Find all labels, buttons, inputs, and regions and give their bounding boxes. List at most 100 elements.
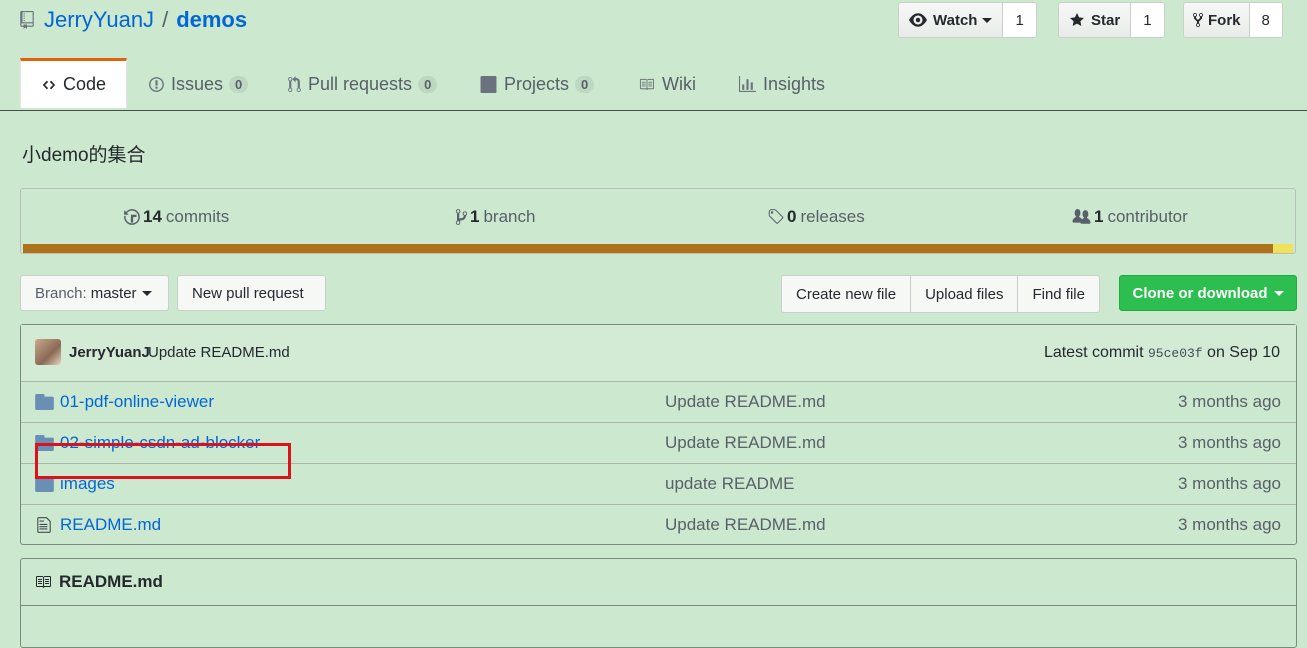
fork-button[interactable]: Fork	[1184, 3, 1249, 37]
tab-pull-requests[interactable]: Pull requests 0	[287, 58, 438, 110]
star-icon	[1070, 13, 1084, 26]
book-icon	[639, 78, 654, 90]
tab-pull-requests-label: Pull requests	[308, 73, 413, 94]
file-commit-message-link[interactable]: Update README.md	[665, 515, 826, 535]
star-button[interactable]: Star	[1059, 3, 1131, 37]
releases-link[interactable]: 0 releases	[767, 207, 865, 227]
releases-label: releases	[800, 207, 865, 226]
fork-count[interactable]: 8	[1248, 3, 1282, 37]
pull-requests-counter: 0	[418, 75, 438, 93]
clone-label: Clone or download	[1132, 284, 1268, 302]
file-age: 3 months ago	[1177, 433, 1281, 452]
pull-request-icon	[288, 75, 301, 92]
latest-commit-date: on Sep 10	[1207, 344, 1280, 361]
fork-group: Fork 8	[1183, 2, 1283, 38]
new-pull-request-label: New pull request	[192, 284, 304, 302]
branch-icon	[455, 209, 468, 225]
file-commit-message-link[interactable]: Update README.md	[665, 433, 826, 453]
tab-code-label: Code	[62, 74, 106, 94]
file-actions-group: Create new file Upload files Find file	[781, 275, 1100, 313]
tab-projects-label: Projects	[504, 73, 570, 94]
table-row: README.md Update README.md 3 months ago	[21, 504, 1296, 546]
star-count[interactable]: 1	[1130, 3, 1164, 37]
watch-label: Watch	[933, 11, 978, 29]
readme-box: README.md	[20, 558, 1297, 648]
people-icon	[1072, 209, 1091, 224]
tab-issues[interactable]: Issues 0	[148, 58, 249, 110]
repo-title: JerryYuanJ / demos	[20, 6, 247, 34]
contributors-count: 1	[1094, 207, 1104, 226]
file-icon	[37, 517, 51, 533]
folder-icon	[35, 394, 54, 410]
eye-icon	[909, 13, 927, 27]
star-group: Star 1	[1058, 2, 1165, 38]
tab-code[interactable]: Code	[20, 58, 127, 108]
file-age: 3 months ago	[1177, 515, 1281, 534]
book-icon	[36, 576, 51, 588]
contributors-link[interactable]: 1 contributor	[1071, 207, 1188, 227]
branches-count: 1	[470, 207, 480, 226]
upload-files-button[interactable]: Upload files	[911, 276, 1019, 312]
branch-select-button[interactable]: Branch: master	[20, 275, 169, 311]
graph-icon	[739, 75, 756, 92]
watch-group: Watch 1	[898, 2, 1037, 38]
code-icon	[42, 80, 56, 89]
chevron-down-icon	[982, 17, 993, 23]
find-file-button[interactable]: Find file	[1018, 276, 1099, 312]
numbers-summary: 14 commits 1 branch 0 releases 1 contrib…	[20, 188, 1296, 254]
repo-separator: /	[162, 7, 169, 32]
fork-icon	[1193, 12, 1203, 28]
table-row: 01-pdf-online-viewer Update README.md 3 …	[21, 381, 1296, 423]
commits-count: 14	[143, 207, 162, 226]
contributors-label: contributor	[1107, 207, 1188, 226]
language-bar[interactable]	[23, 244, 1293, 253]
file-commit-message-link[interactable]: Update README.md	[665, 392, 826, 412]
project-icon	[480, 75, 497, 93]
highlight-box	[35, 443, 291, 479]
create-new-file-button[interactable]: Create new file	[782, 276, 912, 312]
tag-icon	[768, 209, 784, 224]
repo-owner-link[interactable]: JerryYuanJ	[44, 7, 154, 33]
latest-commit-prefix: Latest commit	[1043, 344, 1144, 361]
releases-count: 0	[787, 207, 797, 226]
file-age: 3 months ago	[1177, 474, 1281, 493]
tab-projects[interactable]: Projects 0	[479, 58, 595, 110]
tab-wiki-label: Wiki	[662, 73, 696, 94]
branches-label: branch	[483, 207, 536, 226]
branches-link[interactable]: 1 branch	[455, 207, 535, 227]
latest-commit-info: Latest commit 95ce03f on Sep 10	[1044, 344, 1280, 362]
star-label: Star	[1091, 11, 1121, 29]
language-bar-secondary	[1273, 244, 1293, 253]
repo-name-link[interactable]: demos	[176, 7, 247, 33]
projects-counter: 0	[575, 75, 595, 93]
file-commit-message-link[interactable]: update README	[665, 474, 794, 494]
commit-message-link[interactable]: Update README.md	[148, 344, 290, 361]
avatar[interactable]	[35, 339, 61, 365]
commit-sha-link[interactable]: 95ce03f	[1148, 346, 1203, 361]
repo-nav: Code Issues 0 Pull requests 0 Projects 0…	[0, 58, 1307, 111]
commits-label: commits	[165, 207, 230, 226]
clone-or-download-button[interactable]: Clone or download	[1119, 275, 1297, 311]
tab-insights[interactable]: Insights	[738, 58, 825, 110]
issue-icon	[149, 76, 164, 92]
commit-tease: JerryYuanJ Update README.md Latest commi…	[21, 325, 1296, 382]
branch-name: master	[90, 284, 137, 302]
file-name-link[interactable]: README.md	[60, 515, 161, 535]
new-pull-request-button[interactable]: New pull request	[177, 275, 326, 311]
file-age: 3 months ago	[1177, 392, 1281, 411]
commits-link[interactable]: 14 commits	[123, 207, 229, 227]
tab-issues-label: Issues	[171, 73, 224, 94]
watch-button[interactable]: Watch	[899, 3, 1003, 37]
chevron-down-icon	[141, 290, 152, 296]
commit-author-link[interactable]: JerryYuanJ	[69, 344, 150, 361]
chevron-down-icon	[1273, 290, 1284, 296]
file-name-link[interactable]: 01-pdf-online-viewer	[60, 392, 214, 412]
repo-description: 小demo的集合	[22, 145, 146, 166]
watch-count[interactable]: 1	[1002, 3, 1036, 37]
tab-wiki[interactable]: Wiki	[637, 58, 696, 110]
repo-icon	[20, 11, 34, 29]
tab-insights-label: Insights	[763, 73, 826, 94]
fork-label: Fork	[1208, 11, 1241, 29]
issues-counter: 0	[229, 75, 249, 93]
readme-title: README.md	[59, 572, 163, 591]
